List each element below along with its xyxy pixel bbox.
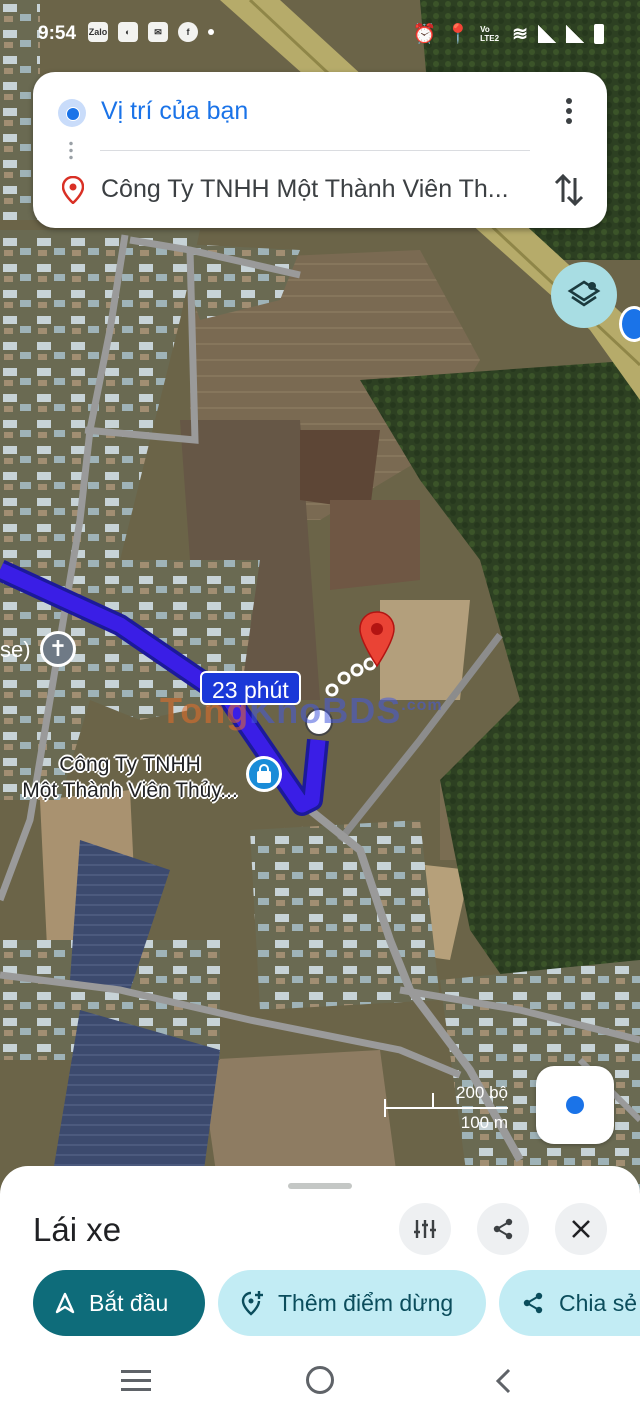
zalo-icon: Zalo [88, 22, 108, 42]
scale-meters: 100 m [460, 1113, 508, 1132]
back-button[interactable] [494, 1368, 514, 1394]
destination-marker-icon[interactable] [357, 610, 397, 668]
destination-pin-icon [62, 176, 84, 204]
more-options-icon[interactable] [557, 96, 581, 126]
share-label: Chia sẻ [559, 1289, 637, 1316]
wifi-icon: ≋ [512, 23, 528, 45]
share-icon [493, 1218, 513, 1240]
my-location-icon [566, 1096, 584, 1114]
home-button[interactable] [306, 1366, 334, 1394]
map-layers-button[interactable] [551, 262, 617, 328]
share-button[interactable]: Chia sẻ [499, 1270, 640, 1336]
share-icon [521, 1291, 545, 1315]
tune-icon [414, 1220, 436, 1238]
sheet-drag-handle[interactable] [288, 1183, 352, 1189]
church-label: se) [0, 637, 31, 662]
travel-mode-title: Lái xe [33, 1211, 122, 1248]
route-duration-badge[interactable]: 23 phút [200, 671, 301, 705]
facebook-icon: f [178, 22, 198, 42]
bag-glyph [257, 764, 271, 783]
origin-field[interactable]: Vị trí của bạn [101, 97, 248, 126]
share-route-button[interactable] [477, 1203, 529, 1255]
church-icon[interactable]: ✝ [40, 631, 76, 667]
map-scale: 200 bộ 100 m [384, 1083, 514, 1133]
alarm-icon: ⏰ [412, 24, 437, 45]
dot-icon [208, 29, 214, 35]
start-label: Bắt đầu [89, 1289, 169, 1316]
route-options-button[interactable] [399, 1203, 451, 1255]
layers-icon [567, 280, 601, 307]
add-location-icon [240, 1290, 264, 1316]
add-stop-button[interactable]: Thêm điểm dừng [218, 1270, 486, 1336]
add-stop-label: Thêm điểm dừng [278, 1289, 454, 1316]
close-button[interactable] [555, 1203, 607, 1255]
mail-icon: ✉ [148, 22, 168, 42]
battery-icon [594, 24, 604, 44]
close-icon [572, 1220, 590, 1238]
navigation-arrow-icon [55, 1292, 75, 1314]
start-navigation-button[interactable]: Bắt đầu [33, 1270, 205, 1336]
place-label[interactable]: Công Ty TNHH Một Thành Viên Thủy... [10, 752, 250, 804]
status-time: 9:54 [38, 23, 77, 44]
status-bar: 9:54 Zalo ◐ ✉ f ⏰ 📍 Vo LTE2 ≋ [0, 0, 640, 70]
place-label-line2: Một Thành Viên Thủy... [22, 779, 238, 802]
scale-tick [384, 1099, 386, 1117]
destination-field[interactable]: Công Ty TNHH Một Thành Viên Th... [101, 175, 509, 204]
notification-icons: Zalo ◐ ✉ f [88, 22, 214, 42]
recent-apps-button[interactable] [121, 1370, 151, 1392]
system-nav-bar [0, 1356, 640, 1414]
messenger-icon: ◐ [118, 22, 138, 42]
volte-icon: Vo LTE2 [480, 25, 500, 43]
route-dots-icon [69, 140, 73, 162]
signal-icon [538, 25, 556, 43]
field-divider [100, 150, 530, 151]
location-icon: 📍 [446, 24, 471, 45]
place-label-line1: Công Ty TNHH [59, 753, 201, 776]
my-location-button[interactable] [536, 1066, 614, 1144]
swap-direction-icon[interactable] [553, 172, 585, 208]
signal-icon-2 [566, 25, 584, 43]
watermark-domain: .com [401, 697, 443, 714]
scale-feet: 200 bộ [456, 1083, 508, 1102]
your-location-icon [58, 99, 86, 127]
system-icons: ⏰ 📍 Vo LTE2 ≋ [413, 22, 604, 46]
scale-tick-mid [432, 1093, 434, 1107]
scale-bar [384, 1107, 508, 1109]
shopping-bag-icon[interactable] [246, 756, 282, 792]
